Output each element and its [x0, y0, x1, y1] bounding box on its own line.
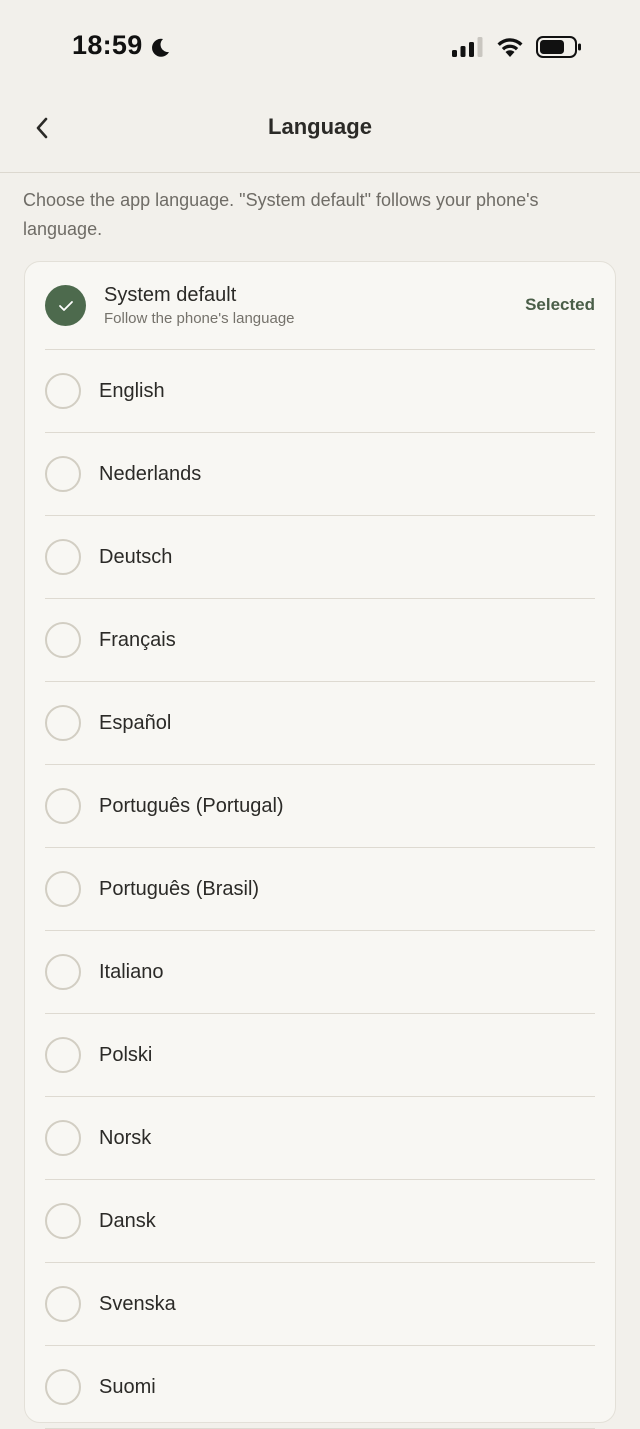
- wifi-icon: [497, 38, 523, 57]
- radio-unchecked[interactable]: [45, 1120, 81, 1156]
- page-title: Language: [268, 114, 372, 139]
- language-label: Polski: [99, 1043, 153, 1066]
- radio-unchecked[interactable]: [45, 456, 81, 492]
- language-option[interactable]: Suomi: [45, 1346, 595, 1429]
- language-text: Svenska: [99, 1293, 176, 1316]
- language-label: English: [99, 379, 165, 402]
- language-label: Dansk: [99, 1209, 156, 1232]
- radio-unchecked[interactable]: [45, 622, 81, 658]
- radio-unchecked[interactable]: [45, 1369, 81, 1405]
- language-label: Norsk: [99, 1126, 152, 1149]
- language-text: Dansk: [99, 1210, 156, 1233]
- language-option[interactable]: Svenska: [45, 1263, 595, 1346]
- checkmark-icon: [58, 300, 73, 311]
- language-text: English: [99, 380, 165, 403]
- language-label: Italiano: [99, 960, 164, 983]
- language-option[interactable]: Dansk: [45, 1180, 595, 1263]
- language-option[interactable]: Nederlands: [45, 433, 595, 516]
- language-list: System default Follow the phone's languag…: [25, 262, 615, 1429]
- language-option[interactable]: Español: [45, 682, 595, 765]
- selected-badge: Selected: [525, 295, 595, 314]
- language-text: Deutsch: [99, 546, 172, 569]
- radio-unchecked[interactable]: [45, 954, 81, 990]
- radio-unchecked[interactable]: [45, 1286, 81, 1322]
- language-option[interactable]: Italiano: [45, 931, 595, 1014]
- navigation-bar: Language: [0, 92, 640, 173]
- language-option[interactable]: Polski: [45, 1014, 595, 1097]
- description-text: Choose the app language. "System default…: [23, 190, 539, 239]
- language-label: Français: [99, 628, 176, 651]
- radio-unchecked[interactable]: [45, 539, 81, 575]
- language-label: Deutsch: [99, 545, 173, 568]
- status-bar: 18:59: [0, 0, 640, 92]
- moon-icon: [149, 35, 171, 57]
- language-text: Français: [99, 629, 176, 652]
- language-label: Português (Portugal): [99, 794, 284, 817]
- language-text: Português (Brasil): [99, 878, 259, 901]
- language-label: Español: [99, 711, 172, 734]
- language-option[interactable]: Norsk: [45, 1097, 595, 1180]
- battery-icon: [536, 36, 581, 58]
- language-label: Português (Brasil): [99, 877, 260, 900]
- language-text: Polski: [99, 1044, 152, 1067]
- language-option[interactable]: English: [45, 350, 595, 433]
- radio-unchecked[interactable]: [45, 373, 81, 409]
- status-icons: [452, 36, 582, 58]
- language-label: Nederlands: [99, 462, 202, 485]
- language-option[interactable]: Português (Brasil): [45, 848, 595, 931]
- radio-unchecked[interactable]: [45, 1203, 81, 1239]
- language-text: System default Follow the phone's languag…: [104, 284, 295, 327]
- language-text: Norsk: [99, 1127, 151, 1150]
- cellular-signal-icon: [452, 37, 483, 57]
- language-text: Español: [99, 712, 171, 735]
- language-label: System default: [104, 284, 237, 306]
- language-text: Suomi: [99, 1376, 156, 1399]
- status-time-text: 18:59: [72, 30, 143, 60]
- language-list-card: System default Follow the phone's languag…: [24, 261, 616, 1429]
- language-text: Italiano: [99, 961, 164, 984]
- radio-unchecked[interactable]: [45, 871, 81, 907]
- language-option[interactable]: Deutsch: [45, 516, 595, 599]
- radio-unchecked[interactable]: [45, 1037, 81, 1073]
- language-sublabel: Follow the phone's language: [104, 310, 295, 327]
- language-option[interactable]: Português (Portugal): [45, 765, 595, 848]
- status-time: 18:59: [72, 30, 171, 61]
- language-text: Português (Portugal): [99, 795, 284, 818]
- language-option[interactable]: Français: [45, 599, 595, 682]
- language-option[interactable]: System default Follow the phone's languag…: [45, 262, 595, 350]
- language-label: Suomi: [99, 1375, 156, 1398]
- language-text: Nederlands: [99, 463, 201, 486]
- radio-unchecked[interactable]: [45, 788, 81, 824]
- language-label: Svenska: [99, 1292, 176, 1315]
- radio-checked[interactable]: [45, 285, 86, 326]
- radio-unchecked[interactable]: [45, 705, 81, 741]
